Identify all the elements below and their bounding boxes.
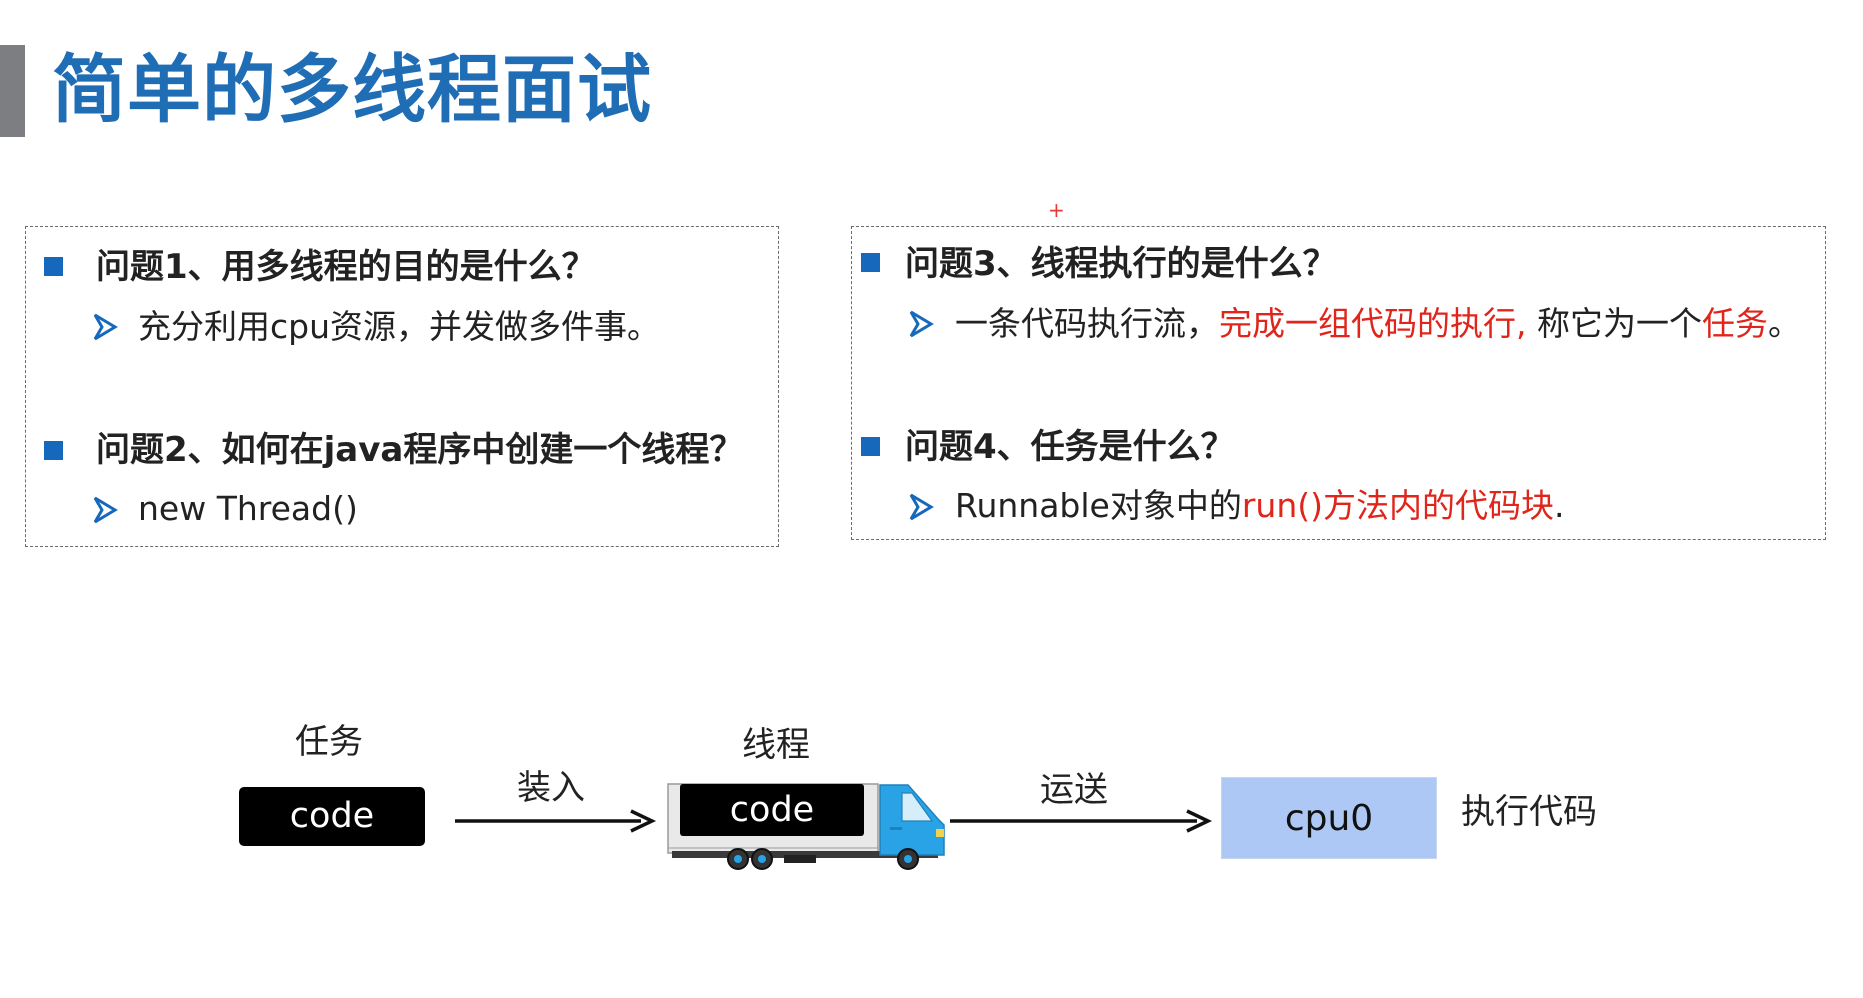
load-arrow — [455, 809, 657, 833]
answer-3: 一条代码执行流，完成一组代码的执行, 称它为一个任务。 — [955, 304, 1801, 344]
square-bullet-icon — [44, 441, 63, 460]
answer-3-text-2: 称它为一个 — [1526, 304, 1702, 343]
question-4: 问题4、任务是什么？ — [905, 427, 1235, 467]
question-1: 问题1、用多线程的目的是什么？ — [96, 247, 596, 287]
truck-code-box: code — [680, 784, 864, 836]
transport-arrow — [950, 809, 1213, 833]
answer-3-text: 一条代码执行流， — [955, 304, 1219, 343]
answer-3-highlight: 完成一组代码的执行 — [1219, 304, 1516, 343]
answer-3-comma: , — [1516, 304, 1527, 343]
load-label: 装入 — [517, 768, 585, 808]
arrowhead-bullet-icon — [93, 496, 118, 524]
right-question-box: 问题3、线程执行的是什么？ 一条代码执行流，完成一组代码的执行, 称它为一个任务… — [851, 226, 1826, 540]
task-code-box: code — [239, 787, 425, 846]
question-3: 问题3、线程执行的是什么？ — [905, 244, 1337, 284]
answer-3-highlight-task: 任务 — [1702, 304, 1768, 343]
cpu-box: cpu0 — [1221, 777, 1437, 859]
answer-2: new Thread() — [138, 489, 358, 528]
answer-4: Runnable对象中的run()方法内的代码块. — [955, 486, 1565, 526]
arrowhead-bullet-icon — [909, 493, 934, 521]
arrowhead-bullet-icon — [93, 313, 118, 341]
square-bullet-icon — [44, 257, 63, 276]
left-question-box: 问题1、用多线程的目的是什么？ 充分利用cpu资源，并发做多件事。 问题2、如何… — [25, 226, 779, 547]
title-accent-bar — [0, 45, 25, 137]
thread-label: 线程 — [742, 725, 810, 765]
arrowhead-bullet-icon — [909, 310, 934, 338]
execute-code-label: 执行代码 — [1461, 792, 1597, 832]
answer-3-period: 。 — [1768, 304, 1801, 343]
question-2: 问题2、如何在java程序中创建一个线程？ — [96, 430, 744, 470]
transport-label: 运送 — [1040, 770, 1108, 810]
answer-1: 充分利用cpu资源，并发做多件事。 — [138, 307, 661, 346]
task-label: 任务 — [295, 722, 363, 762]
cursor-plus-mark: + — [1048, 198, 1065, 222]
square-bullet-icon — [861, 437, 880, 456]
answer-4-text: Runnable对象中的 — [955, 486, 1242, 525]
slide-title: 简单的多线程面试 — [52, 47, 652, 133]
answer-4-period: . — [1554, 486, 1565, 525]
answer-4-highlight: run()方法内的代码块 — [1241, 486, 1554, 525]
square-bullet-icon — [861, 253, 880, 272]
